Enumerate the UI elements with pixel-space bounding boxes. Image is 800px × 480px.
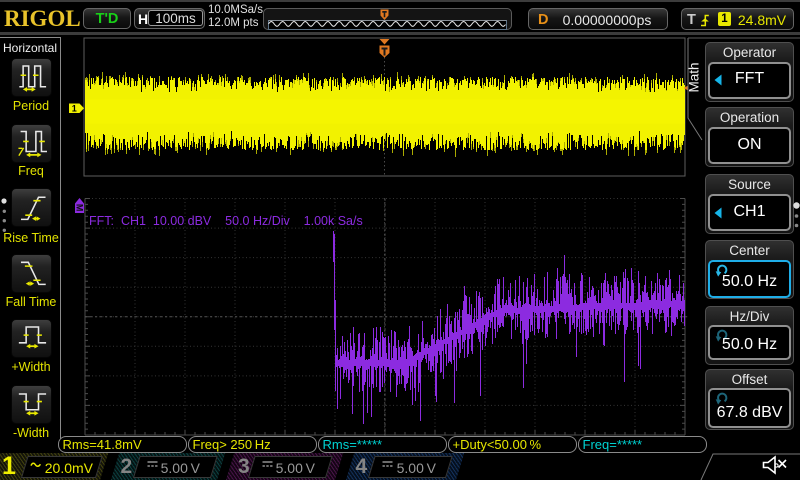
svg-text:1: 1 [72,104,77,114]
svg-text:M: M [74,204,84,212]
